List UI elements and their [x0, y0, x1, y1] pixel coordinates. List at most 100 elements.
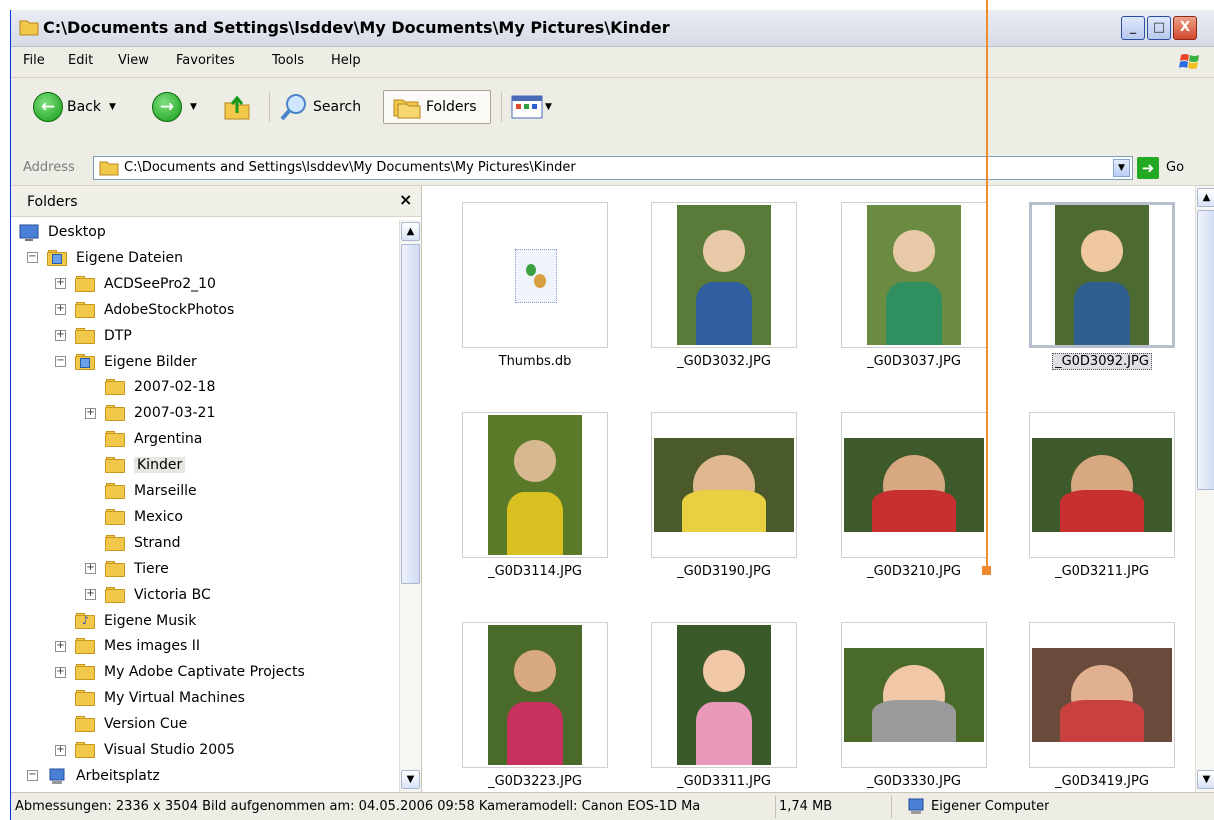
file-name-label[interactable]: _G0D3190.JPG — [629, 564, 819, 579]
file-thumbnail[interactable] — [651, 412, 797, 558]
minimize-button[interactable]: _ — [1121, 16, 1145, 40]
folder-tree-scrollbar[interactable]: ▲ ▼ — [399, 220, 421, 792]
file-thumbnail[interactable] — [651, 202, 797, 348]
tree-item[interactable]: Marseille — [85, 479, 197, 503]
folders-button[interactable]: Folders — [383, 90, 491, 124]
file-name-label[interactable]: _G0D3037.JPG — [819, 354, 1009, 369]
tree-item[interactable]: − Arbeitsplatz — [27, 764, 160, 788]
file-name-label[interactable]: _G0D3210.JPG — [819, 564, 1009, 579]
tree-item-label: AdobeStockPhotos — [104, 301, 235, 318]
file-thumbnail[interactable] — [841, 412, 987, 558]
file-thumbnail[interactable] — [1029, 412, 1175, 558]
expand-icon[interactable]: + — [55, 278, 66, 290]
expand-icon[interactable]: + — [55, 330, 66, 342]
tree-item[interactable]: Desktop — [19, 220, 106, 244]
views-button[interactable]: ▼ — [511, 90, 552, 124]
scrollbar-thumb[interactable] — [401, 244, 420, 584]
expand-icon[interactable]: + — [55, 666, 66, 678]
file-name-label[interactable]: _G0D3311.JPG — [629, 774, 819, 789]
folder-icon — [105, 560, 127, 577]
menu-favorites[interactable]: Favorites — [176, 53, 235, 68]
file-thumbnail[interactable] — [1029, 622, 1175, 768]
file-thumbnail[interactable] — [1029, 202, 1175, 348]
file-thumbnail[interactable] — [651, 622, 797, 768]
chevron-down-icon[interactable]: ▼ — [109, 102, 116, 112]
toolbar-separator — [269, 92, 270, 122]
expand-icon[interactable]: + — [55, 744, 66, 756]
go-arrow-icon[interactable]: ➜ — [1137, 157, 1159, 179]
address-value[interactable]: C:\Documents and Settings\lsddev\My Docu… — [124, 160, 576, 175]
file-name-label[interactable]: _G0D3092.JPG — [1007, 353, 1195, 370]
file-name-label[interactable]: _G0D3330.JPG — [819, 774, 1009, 789]
expand-icon[interactable]: + — [55, 304, 66, 316]
tree-item[interactable]: + ACDSeePro2_10 — [55, 272, 216, 296]
chevron-down-icon[interactable]: ▼ — [1113, 159, 1130, 177]
tree-item[interactable]: − Eigene Bilder — [55, 350, 197, 374]
file-name-label[interactable]: _G0D3032.JPG — [629, 354, 819, 369]
up-folder-button[interactable] — [223, 90, 251, 124]
menu-file[interactable]: File — [23, 53, 45, 68]
tree-item[interactable]: + Victoria BC — [85, 583, 211, 607]
collapse-icon[interactable]: − — [55, 356, 66, 367]
menu-tools[interactable]: Tools — [272, 53, 304, 68]
tree-item[interactable]: Argentina — [85, 427, 202, 451]
expand-icon[interactable]: + — [85, 563, 96, 575]
tree-item[interactable]: + DTP — [55, 324, 132, 348]
menu-edit[interactable]: Edit — [68, 53, 93, 68]
close-icon[interactable]: × — [399, 190, 412, 209]
search-button[interactable]: Search — [279, 90, 361, 124]
tree-item[interactable]: Kinder — [85, 453, 186, 477]
menu-view[interactable]: View — [118, 53, 149, 68]
file-thumbnail[interactable] — [462, 412, 608, 558]
scrollbar-thumb[interactable] — [1197, 210, 1214, 490]
tree-item[interactable]: +2007-03-21 — [85, 401, 215, 425]
tree-item[interactable]: + My Adobe Captivate Projects — [55, 660, 305, 684]
file-name-label[interactable]: _G0D3114.JPG — [440, 564, 630, 579]
close-button[interactable]: X — [1173, 16, 1197, 40]
expand-icon[interactable]: + — [55, 640, 66, 652]
collapse-icon[interactable]: − — [27, 252, 38, 264]
tree-item[interactable]: Version Cue — [55, 712, 187, 736]
expand-icon[interactable]: + — [85, 589, 96, 601]
folder-icon — [105, 586, 127, 603]
address-field[interactable]: C:\Documents and Settings\lsddev\My Docu… — [93, 156, 1133, 180]
tree-item[interactable]: My Virtual Machines — [55, 686, 245, 710]
collapse-icon[interactable]: − — [27, 770, 38, 782]
tree-item[interactable]: + Tiere — [85, 557, 169, 581]
annotation-callout-marker — [982, 566, 991, 575]
go-button[interactable]: Go — [1166, 160, 1184, 175]
documents-icon — [47, 249, 69, 266]
back-button[interactable]: ← Back ▼ — [33, 90, 116, 124]
file-thumbnail[interactable] — [841, 202, 987, 348]
file-view-scrollbar[interactable]: ▲ ▼ — [1195, 186, 1214, 792]
forward-button[interactable]: → ▼ — [152, 90, 197, 124]
chevron-down-icon[interactable]: ▼ — [190, 102, 197, 112]
tree-item[interactable]: + Mes images II — [55, 634, 200, 658]
title-bar[interactable]: C:\Documents and Settings\lsddev\My Docu… — [11, 10, 1214, 47]
tree-item[interactable]: − Eigene Dateien — [27, 246, 183, 270]
file-thumbnail[interactable] — [462, 622, 608, 768]
tree-item[interactable]: Strand — [85, 531, 180, 555]
tree-item[interactable]: Mexico — [85, 505, 183, 529]
file-name-label[interactable]: Thumbs.db — [440, 354, 630, 369]
folder-icon — [75, 301, 97, 318]
file-name: _G0D3419.JPG — [1055, 774, 1149, 789]
file-name-label[interactable]: _G0D3223.JPG — [440, 774, 630, 789]
scroll-up-icon[interactable]: ▲ — [401, 222, 420, 241]
expand-icon[interactable]: + — [85, 407, 96, 419]
tree-item[interactable]: 2007-02-18 — [85, 375, 215, 399]
file-name-label[interactable]: _G0D3211.JPG — [1007, 564, 1195, 579]
tree-item[interactable]: ♪ Eigene Musik — [55, 609, 196, 633]
menu-help[interactable]: Help — [331, 53, 361, 68]
maximize-button[interactable]: □ — [1147, 16, 1171, 40]
scroll-down-icon[interactable]: ▼ — [1197, 770, 1214, 789]
scroll-down-icon[interactable]: ▼ — [401, 770, 420, 789]
tree-item[interactable]: + Visual Studio 2005 — [55, 738, 235, 762]
scroll-up-icon[interactable]: ▲ — [1197, 188, 1214, 207]
chevron-down-icon[interactable]: ▼ — [545, 102, 552, 112]
file-thumbnail[interactable] — [462, 202, 608, 348]
tree-item-label: Mes images II — [104, 638, 201, 655]
tree-item[interactable]: + AdobeStockPhotos — [55, 298, 234, 322]
file-thumbnail[interactable] — [841, 622, 987, 768]
file-name-label[interactable]: _G0D3419.JPG — [1007, 774, 1195, 789]
